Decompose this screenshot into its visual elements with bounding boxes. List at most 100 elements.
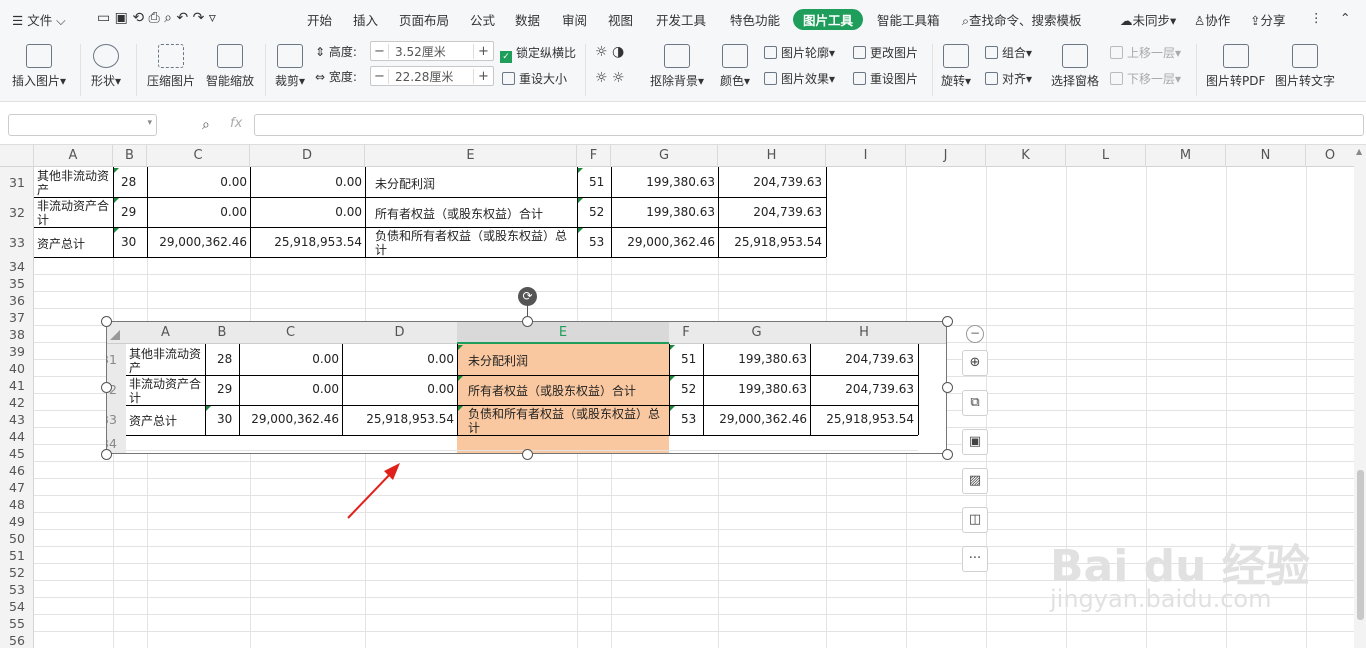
compress-picture-button[interactable]: 压缩图片 (147, 44, 195, 89)
table-cell[interactable]: 未分配利润 (373, 175, 576, 192)
row-header[interactable]: 42 (0, 395, 34, 410)
tab-formula[interactable]: 公式 (470, 10, 495, 29)
row-header[interactable]: 44 (0, 429, 34, 444)
row-header[interactable]: 48 (0, 497, 34, 512)
row-header[interactable]: 55 (0, 616, 34, 631)
column-header[interactable]: A (34, 145, 113, 167)
table-cell[interactable]: 199,380.63 (612, 205, 717, 219)
table-cell[interactable]: 204,739.63 (719, 175, 824, 189)
change-picture-button[interactable]: 更改图片 (853, 44, 918, 61)
table-cell[interactable]: 204,739.63 (719, 205, 824, 219)
table-cell[interactable]: 非流动资产合计 (35, 199, 112, 227)
remove-background-button[interactable]: 抠除背景▾ (650, 44, 704, 89)
row-header[interactable]: 37 (0, 310, 34, 325)
table-cell[interactable]: 29,000,362.46 (148, 235, 249, 249)
column-header[interactable]: E (365, 145, 577, 167)
column-header[interactable]: F (577, 145, 611, 167)
scroll-up-icon[interactable]: ▲ (1356, 147, 1362, 156)
collab-button[interactable]: ♙协作 (1194, 10, 1230, 29)
row-header[interactable]: 41 (0, 378, 34, 393)
reset-size-button[interactable]: 重设大小 (502, 70, 567, 87)
tab-developer[interactable]: 开发工具 (656, 10, 706, 29)
collapse-ribbon-icon[interactable]: ⌃ (1340, 10, 1350, 25)
table-cell[interactable]: 199,380.63 (612, 175, 717, 189)
row-header[interactable]: 40 (0, 361, 34, 376)
tab-smart-toolbox[interactable]: 智能工具箱 (877, 10, 940, 29)
tab-review[interactable]: 审阅 (562, 10, 587, 29)
resize-handle-w[interactable] (101, 382, 112, 393)
row-header[interactable]: 53 (0, 582, 34, 597)
pasted-picture[interactable]: A B C D E F G H 31 32 33 34 其他非流动资产 28 0… (106, 321, 947, 454)
tab-home[interactable]: 开始 (307, 10, 332, 29)
name-box[interactable]: ▾ (8, 114, 157, 136)
resize-handle-sw[interactable] (101, 449, 112, 460)
file-menu[interactable]: ☰ 文件 ⌵ (12, 10, 66, 29)
column-header[interactable]: D (250, 145, 365, 167)
table-cell[interactable]: 0.00 (251, 175, 364, 189)
row-header[interactable]: 47 (0, 480, 34, 495)
height-stepper[interactable]: −3.52厘米 + (370, 41, 494, 61)
column-header[interactable]: I (826, 145, 906, 167)
rotate-button[interactable]: 旋转▾ (941, 44, 971, 89)
scroll-thumb[interactable] (1357, 470, 1364, 620)
fx-label[interactable]: fx (230, 116, 242, 131)
table-cell[interactable]: 资产总计 (35, 235, 112, 252)
row-header[interactable]: 31 (0, 175, 34, 190)
color-button[interactable]: 颜色▾ (720, 44, 750, 89)
row-header[interactable]: 33 (0, 235, 34, 250)
row-header[interactable]: 49 (0, 514, 34, 529)
selection-pane-button[interactable]: 选择窗格 (1051, 44, 1099, 89)
more-options-button[interactable]: ··· (962, 546, 988, 572)
resize-handle-n[interactable] (522, 316, 533, 327)
more-icon[interactable]: ⋮ (1310, 10, 1323, 25)
vertical-scrollbar[interactable]: ▲ (1354, 145, 1366, 648)
row-header[interactable]: 54 (0, 599, 34, 614)
insert-picture-button[interactable]: 插入图片▾ (12, 44, 66, 89)
table-cell[interactable]: 25,918,953.54 (719, 235, 824, 249)
sync-status[interactable]: ☁未同步▾ (1120, 10, 1176, 29)
table-cell[interactable]: 所有者权益（或股东权益）合计 (373, 205, 576, 222)
column-header[interactable]: M (1146, 145, 1226, 167)
table-cell[interactable]: 0.00 (251, 205, 364, 219)
table-cell[interactable]: 53 (587, 235, 610, 249)
adjust-icons[interactable]: ☼ ☼ (595, 70, 625, 86)
smart-scale-button[interactable]: 智能缩放 (206, 44, 254, 89)
row-header[interactable]: 52 (0, 565, 34, 580)
table-cell[interactable]: 29 (119, 205, 146, 219)
resize-handle-ne[interactable] (942, 316, 953, 327)
column-header[interactable]: C (147, 145, 250, 167)
minus-icon[interactable]: − (966, 325, 984, 343)
table-cell[interactable]: 负债和所有者权益（或股东权益）总计 (373, 229, 576, 257)
zoom-in-button[interactable]: ⊕ (962, 350, 988, 376)
row-header[interactable]: 43 (0, 412, 34, 427)
row-header[interactable]: 36 (0, 293, 34, 308)
column-header[interactable]: O (1306, 145, 1354, 167)
crop-float-button[interactable]: ⧉ (962, 390, 988, 416)
column-header[interactable]: K (986, 145, 1066, 167)
column-header[interactable]: G (611, 145, 718, 167)
zoom-icon[interactable]: ⌕ (202, 117, 210, 133)
rotate-handle-icon[interactable]: ⟳ (518, 287, 537, 306)
column-header[interactable]: N (1226, 145, 1306, 167)
table-cell[interactable]: 52 (587, 205, 610, 219)
picture-to-text-float-button[interactable]: ◫ (962, 507, 988, 533)
table-cell[interactable]: 28 (119, 175, 146, 189)
row-header[interactable]: 56 (0, 633, 34, 648)
formula-input[interactable] (254, 114, 1364, 136)
row-header[interactable]: 38 (0, 327, 34, 342)
lock-ratio-checkbox[interactable]: ✓ 锁定纵横比 (500, 44, 576, 63)
bring-forward-button[interactable]: 上移一层▾ (1110, 44, 1181, 61)
compress-float-button[interactable]: ▣ (962, 429, 988, 455)
send-backward-button[interactable]: 下移一层▾ (1110, 70, 1181, 87)
row-header[interactable]: 50 (0, 531, 34, 546)
column-header[interactable]: H (718, 145, 826, 167)
share-button[interactable]: ⇪分享 (1250, 10, 1286, 29)
picture-to-text-button[interactable]: 图片转文字 (1275, 44, 1335, 89)
search-command[interactable]: ⌕查找命令、搜索模板 (962, 10, 1082, 29)
group-button[interactable]: 组合▾ (985, 44, 1032, 61)
column-header[interactable]: J (906, 145, 986, 167)
resize-handle-s[interactable] (522, 449, 533, 460)
width-stepper[interactable]: −22.28厘米 + (370, 66, 494, 86)
table-cell[interactable]: 30 (119, 235, 146, 249)
table-cell[interactable]: 51 (587, 175, 610, 189)
